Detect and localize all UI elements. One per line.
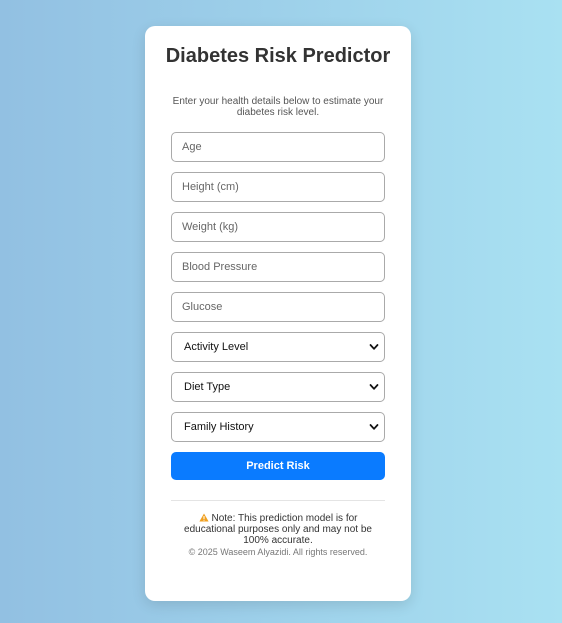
warning-icon bbox=[198, 513, 209, 522]
activity-level-select[interactable]: Activity Level bbox=[171, 332, 385, 362]
footer-divider bbox=[171, 500, 385, 501]
chevron-down-icon bbox=[369, 344, 379, 350]
diet-type-selected: Diet Type bbox=[184, 381, 231, 393]
chevron-down-icon bbox=[369, 424, 379, 430]
copyright-text: © 2025 Waseem Alyazidi. All rights reser… bbox=[188, 547, 368, 557]
page-subtitle: Enter your health details below to estim… bbox=[172, 96, 384, 118]
chevron-down-icon bbox=[369, 384, 379, 390]
activity-level-selected: Activity Level bbox=[184, 341, 249, 353]
disclaimer-note: Note: This prediction model is for educa… bbox=[181, 513, 375, 546]
glucose-input[interactable] bbox=[171, 292, 385, 322]
page-title: Diabetes Risk Predictor bbox=[165, 45, 391, 67]
diet-type-select[interactable]: Diet Type bbox=[171, 372, 385, 402]
disclaimer-text: Note: This prediction model is for educa… bbox=[184, 513, 372, 546]
weight-input[interactable] bbox=[171, 212, 385, 242]
predict-risk-button[interactable]: Predict Risk bbox=[171, 452, 385, 480]
predictor-card: Diabetes Risk Predictor Enter your healt… bbox=[145, 26, 411, 601]
family-history-selected: Family History bbox=[184, 421, 254, 433]
family-history-select[interactable]: Family History bbox=[171, 412, 385, 442]
age-input[interactable] bbox=[171, 132, 385, 162]
height-input[interactable] bbox=[171, 172, 385, 202]
blood-pressure-input[interactable] bbox=[171, 252, 385, 282]
